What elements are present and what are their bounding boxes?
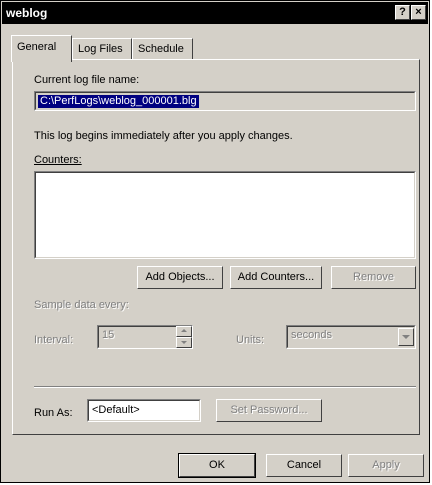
- add-counters-label: Add Counters...: [237, 271, 315, 283]
- help-button[interactable]: ?: [395, 5, 410, 20]
- remove-label: Remove: [353, 271, 394, 283]
- run-as-value: <Default>: [92, 404, 140, 416]
- tab-schedule[interactable]: Schedule: [132, 38, 193, 60]
- tab-general-label: General: [17, 41, 57, 53]
- cancel-label: Cancel: [286, 459, 322, 471]
- run-as-label: Run As:: [34, 407, 73, 419]
- interval-spin-down[interactable]: [176, 337, 192, 348]
- add-counters-button[interactable]: Add Counters...: [230, 266, 322, 289]
- window-title: weblog: [6, 6, 48, 20]
- ok-button[interactable]: OK: [178, 453, 256, 478]
- units-select[interactable]: seconds: [286, 325, 416, 349]
- close-icon: ×: [415, 6, 422, 18]
- info-text: This log begins immediately after you ap…: [34, 130, 293, 142]
- title-bar[interactable]: weblog ? ×: [2, 2, 428, 24]
- tab-general[interactable]: General: [11, 35, 72, 62]
- cancel-button[interactable]: Cancel: [266, 454, 342, 477]
- add-objects-label: Add Objects...: [145, 271, 215, 283]
- chevron-down-icon: [402, 335, 410, 339]
- apply-button[interactable]: Apply: [348, 454, 424, 477]
- help-icon: ?: [399, 6, 406, 18]
- tab-schedule-label: Schedule: [138, 43, 184, 55]
- units-label: Units:: [236, 334, 265, 346]
- interval-value: 15: [102, 329, 115, 341]
- apply-label: Apply: [372, 459, 400, 471]
- tab-log-files-label: Log Files: [78, 43, 123, 55]
- close-button[interactable]: ×: [411, 5, 426, 20]
- units-value: seconds: [291, 329, 332, 341]
- set-password-button[interactable]: Set Password...: [216, 399, 322, 422]
- run-as-input[interactable]: <Default>: [87, 399, 201, 422]
- current-log-field: C:\PerfLogs\weblog_000001.blg: [34, 91, 416, 111]
- current-log-label: Current log file name:: [34, 74, 140, 86]
- current-log-value: C:\PerfLogs\weblog_000001.blg: [38, 95, 199, 108]
- separator: [34, 386, 416, 388]
- spin-down-icon: [181, 341, 187, 344]
- tab-panel-general: Current log file name: C:\PerfLogs\weblo…: [12, 59, 420, 435]
- sample-data-label: Sample data every:: [34, 299, 129, 311]
- units-dropdown-button[interactable]: [398, 328, 414, 346]
- ok-label: OK: [209, 459, 225, 471]
- interval-label: Interval:: [34, 334, 74, 346]
- dialog-window: weblog ? × General Log Files Schedule Cu…: [0, 0, 430, 483]
- tab-log-files[interactable]: Log Files: [72, 38, 132, 60]
- counters-list[interactable]: [34, 171, 416, 259]
- spin-up-icon: [181, 329, 187, 332]
- interval-spin-up[interactable]: [176, 326, 192, 337]
- counters-label: Counters:: [34, 154, 82, 166]
- set-password-label: Set Password...: [230, 404, 308, 416]
- remove-button[interactable]: Remove: [331, 266, 416, 289]
- add-objects-button[interactable]: Add Objects...: [137, 266, 223, 289]
